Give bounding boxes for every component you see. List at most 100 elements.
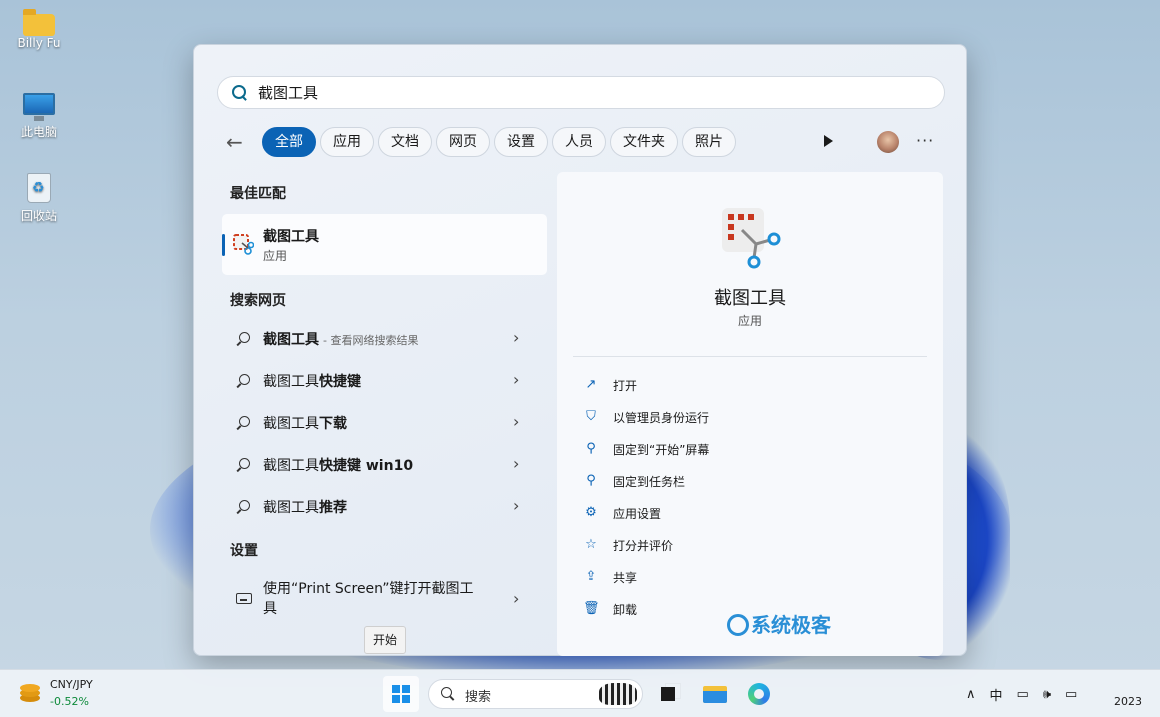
search-input[interactable] xyxy=(258,83,858,102)
desktop-icon-user-folder[interactable]: Billy Fu xyxy=(10,9,68,50)
back-arrow-icon[interactable]: ← xyxy=(226,132,248,152)
chevron-right-icon[interactable]: › xyxy=(513,370,519,389)
ime-indicator[interactable]: 中 xyxy=(990,685,1003,704)
system-tray: ∧ 中 ▭ 🕪 ▭ xyxy=(966,684,1091,704)
desktop-icon-label: Billy Fu xyxy=(17,36,61,50)
search-icon xyxy=(441,687,455,701)
start-search-panel: ← 全部 应用 文档 网页 设置 人员 文件夹 照片 ··· 最佳匹配 截图工具… xyxy=(193,44,967,656)
chevron-up-icon[interactable]: ∧ xyxy=(966,687,976,702)
detail-app-type: 应用 xyxy=(737,314,762,328)
admin-shield-icon: ⛉ xyxy=(586,409,596,424)
desktop-icon-label: 此电脑 xyxy=(20,125,57,139)
chevron-right-icon[interactable]: › xyxy=(513,589,519,608)
avatar[interactable] xyxy=(877,131,899,153)
currency-pair: CNY/JPY xyxy=(50,678,93,691)
settings-heading: 设置 xyxy=(230,543,258,559)
recycle-bin-icon xyxy=(27,173,51,203)
file-explorer-button[interactable] xyxy=(697,676,733,712)
web-result-item[interactable]: 截图工具推荐 › xyxy=(230,492,530,522)
gear-icon: ⚙ xyxy=(585,505,597,520)
action-label: 以管理员身份运行 xyxy=(613,411,710,425)
action-share[interactable]: ⇪ 共享 xyxy=(583,567,883,589)
currency-change: -0.52% xyxy=(50,695,89,708)
filter-chip-people[interactable]: 人员 xyxy=(552,127,606,157)
snipping-tool-large-icon xyxy=(722,208,781,269)
search-icon xyxy=(236,416,250,430)
web-search-heading: 搜索网页 xyxy=(230,293,286,309)
watermark: 系统极客 xyxy=(727,609,831,638)
chevron-right-icon[interactable]: › xyxy=(513,496,519,515)
search-icon xyxy=(236,332,250,346)
star-icon: ☆ xyxy=(585,537,597,552)
filter-chip-folders[interactable]: 文件夹 xyxy=(610,127,678,157)
web-result-item[interactable]: 截图工具快捷键 win10 › xyxy=(230,450,530,480)
filter-chip-settings[interactable]: 设置 xyxy=(494,127,548,157)
edge-browser-button[interactable] xyxy=(741,676,777,712)
search-icon xyxy=(236,458,250,472)
filter-chip-photos[interactable]: 照片 xyxy=(682,127,736,157)
action-label: 固定到“开始”屏幕 xyxy=(613,443,710,457)
action-pin-to-taskbar[interactable]: ⚲ 固定到任务栏 xyxy=(583,471,883,493)
selection-indicator xyxy=(222,234,225,256)
pin-icon: ⚲ xyxy=(586,473,596,488)
clock-year[interactable]: 2023 xyxy=(1114,695,1142,708)
windows-logo-icon xyxy=(392,685,410,703)
filter-chip-apps[interactable]: 应用 xyxy=(320,127,374,157)
action-pin-to-start[interactable]: ⚲ 固定到“开始”屏幕 xyxy=(583,439,883,461)
start-button[interactable] xyxy=(383,676,419,712)
filter-chip-web[interactable]: 网页 xyxy=(436,127,490,157)
action-label: 打分并评价 xyxy=(613,539,674,553)
play-icon[interactable] xyxy=(824,135,833,147)
app-detail-pane: 截图工具 应用 ↗ 打开 ⛉ 以管理员身份运行 ⚲ 固定到“开始”屏幕 ⚲ 固定… xyxy=(557,172,943,656)
chevron-right-icon[interactable]: › xyxy=(513,412,519,431)
filter-chip-all[interactable]: 全部 xyxy=(262,127,316,157)
coins-icon xyxy=(20,682,42,704)
computer-icon xyxy=(23,93,55,121)
web-result-item[interactable]: 截图工具 - 查看网络搜索结果 › xyxy=(230,324,530,354)
desktop-icon-recycle-bin[interactable]: 回收站 xyxy=(10,173,68,224)
watermark-logo-icon xyxy=(727,614,749,636)
action-open[interactable]: ↗ 打开 xyxy=(583,375,883,397)
network-icon[interactable]: ▭ xyxy=(1017,687,1029,702)
snipping-tool-icon xyxy=(233,234,254,255)
battery-icon[interactable]: ▭ xyxy=(1065,687,1077,702)
action-rate-review[interactable]: ☆ 打分并评价 xyxy=(583,535,883,557)
search-highlight-zebra-icon xyxy=(599,683,637,705)
web-result-suffix: 下载 xyxy=(319,416,347,432)
desktop-icon-this-pc[interactable]: 此电脑 xyxy=(10,93,68,140)
action-run-as-admin[interactable]: ⛉ 以管理员身份运行 xyxy=(583,407,883,429)
web-result-text: 截图工具 xyxy=(263,416,319,432)
action-label: 共享 xyxy=(613,571,638,585)
search-icon xyxy=(236,500,250,514)
action-label: 打开 xyxy=(613,379,638,393)
more-options-button[interactable]: ··· xyxy=(916,131,934,150)
action-label: 卸载 xyxy=(613,603,638,617)
divider xyxy=(573,356,927,357)
web-result-text: 截图工具 xyxy=(263,500,319,516)
best-match-result[interactable]: 截图工具 应用 xyxy=(222,214,547,275)
web-result-item[interactable]: 截图工具快捷键 › xyxy=(230,366,530,396)
folder-icon xyxy=(23,9,55,36)
chevron-right-icon[interactable]: › xyxy=(513,328,519,347)
task-view-button[interactable] xyxy=(652,676,688,712)
watermark-text: 系统极客 xyxy=(751,613,831,637)
taskbar: CNY/JPY -0.52% 搜索 ∧ 中 ▭ 🕪 ▭ 2023 xyxy=(0,669,1160,717)
chevron-right-icon[interactable]: › xyxy=(513,454,519,473)
search-box[interactable] xyxy=(217,76,945,109)
web-result-hint: - 查看网络搜索结果 xyxy=(323,334,419,347)
currency-widget[interactable]: CNY/JPY -0.52% xyxy=(16,678,136,710)
action-label: 应用设置 xyxy=(613,507,662,521)
best-match-type: 应用 xyxy=(263,249,288,263)
settings-result-item[interactable]: 使用“Print Screen”键打开截图工具 › xyxy=(230,579,530,621)
action-app-settings[interactable]: ⚙ 应用设置 xyxy=(583,503,883,525)
web-result-item[interactable]: 截图工具下载 › xyxy=(230,408,530,438)
web-result-suffix: 快捷键 xyxy=(319,374,361,390)
action-label: 固定到任务栏 xyxy=(613,475,686,489)
search-icon xyxy=(232,84,248,101)
web-result-suffix: 推荐 xyxy=(319,500,347,516)
volume-icon[interactable]: 🕪 xyxy=(1043,687,1051,702)
keyboard-icon xyxy=(236,593,252,604)
filter-chip-documents[interactable]: 文档 xyxy=(378,127,432,157)
taskbar-search[interactable]: 搜索 xyxy=(428,679,643,709)
start-tooltip: 开始 xyxy=(364,626,407,654)
